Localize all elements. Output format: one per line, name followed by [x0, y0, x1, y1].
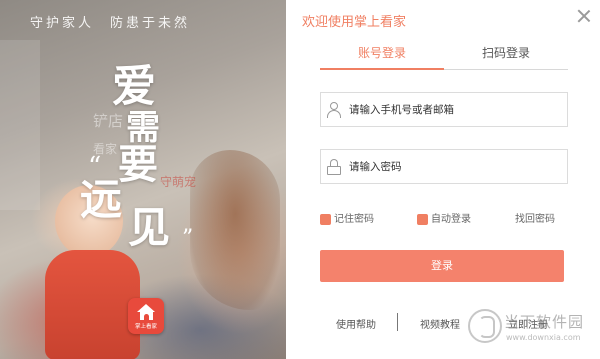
username-field[interactable]	[320, 92, 568, 127]
mother-figure	[190, 150, 280, 310]
promo-image-panel: 守护家人 防患于未然 铲店 看家 守萌宠 爱 需 要 “ 远 见 ” 掌上看家	[0, 0, 286, 359]
watermark-text: 当下软件园	[504, 313, 585, 331]
watermark: 当下软件园 www.downxia.com	[468, 303, 600, 359]
password-field[interactable]	[320, 149, 568, 184]
tab-account-login[interactable]: 账号登录	[320, 42, 444, 70]
watermark-url: www.downxia.com	[506, 333, 581, 342]
remember-password-checkbox[interactable]: 记住密码	[320, 213, 380, 227]
login-button[interactable]: 登录	[320, 250, 564, 282]
auto-login-label: 自动登录	[431, 214, 471, 225]
password-input[interactable]	[349, 150, 563, 183]
video-tutorial-link[interactable]: 视频教程	[420, 316, 460, 331]
slogan-char-3: 要	[118, 141, 158, 188]
app-logo-icon: 掌上看家	[128, 298, 164, 334]
user-icon	[327, 102, 341, 118]
username-input[interactable]	[349, 93, 563, 126]
watermark-logo-icon	[468, 309, 502, 343]
background-window	[0, 40, 40, 210]
app-logo-text: 掌上看家	[134, 323, 157, 330]
tab-qr-login[interactable]: 扫码登录	[444, 42, 568, 70]
house-roof-shape	[137, 303, 155, 312]
child-figure-body	[45, 250, 140, 359]
checkbox-box[interactable]	[417, 214, 428, 225]
login-window: 守护家人 防患于未然 铲店 看家 守萌宠 爱 需 要 “ 远 见 ” 掌上看家 …	[0, 0, 600, 359]
slogan-char-4: 远	[80, 175, 123, 224]
house-body-shape	[139, 311, 153, 320]
login-title: 欢迎使用掌上看家	[302, 15, 407, 30]
footer-divider	[397, 313, 398, 331]
close-icon[interactable]	[576, 8, 592, 24]
promo-tagline: 守护家人 防患于未然	[30, 16, 191, 31]
help-link[interactable]: 使用帮助	[336, 316, 376, 331]
lock-icon	[327, 159, 341, 175]
slogan-quote-close: ”	[182, 226, 194, 251]
login-tabs: 账号登录 扫码登录	[320, 42, 568, 70]
auto-login-checkbox[interactable]: 自动登录	[417, 213, 477, 227]
promo-faded-text-3: 守萌宠	[160, 175, 197, 189]
slogan-char-5: 见	[128, 203, 171, 252]
forgot-password-link[interactable]: 找回密码	[515, 213, 567, 227]
forgot-password-label: 找回密码	[515, 214, 555, 225]
remember-password-label: 记住密码	[334, 214, 374, 225]
checkbox-box[interactable]	[320, 214, 331, 225]
